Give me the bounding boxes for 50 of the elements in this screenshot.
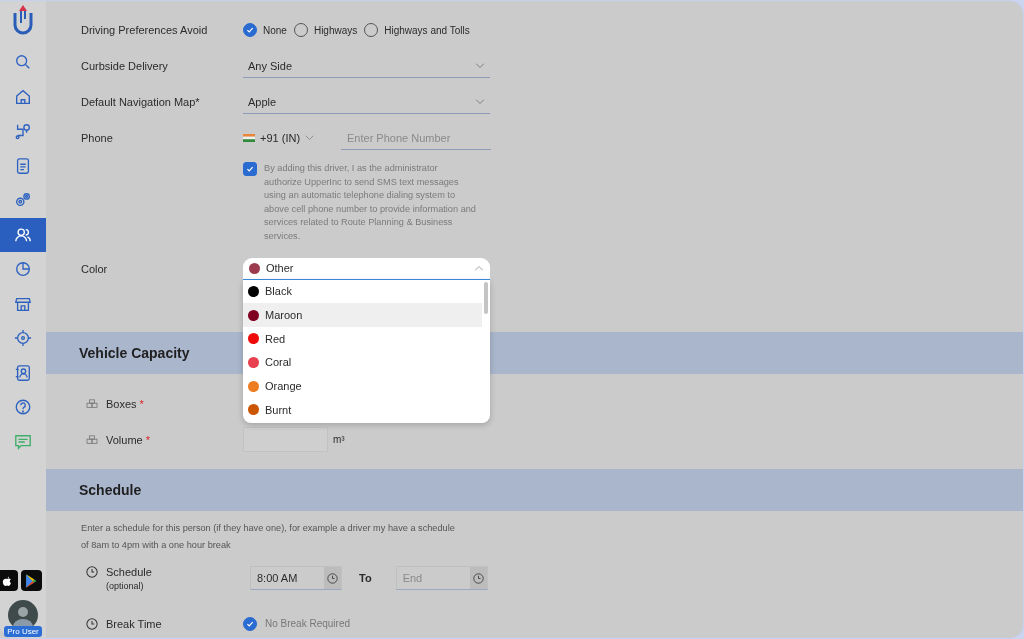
- color-option[interactable]: Orange: [243, 374, 482, 398]
- field-label: Boxes: [106, 397, 137, 410]
- required-mark: *: [145, 433, 150, 446]
- section-header: Schedule: [46, 468, 1023, 511]
- radio-label: Highways: [313, 24, 358, 36]
- radio-label: None: [263, 24, 287, 36]
- play-store-icon[interactable]: [20, 570, 42, 591]
- radio-button[interactable]: [243, 23, 257, 37]
- field-label: Default Navigation Map*: [81, 96, 201, 108]
- field-hint: (optional): [106, 580, 145, 591]
- field-label: Schedule: [106, 565, 152, 578]
- color-option[interactable]: Burnt: [243, 398, 482, 422]
- field-label: Phone: [81, 132, 114, 144]
- to-label: To: [359, 572, 372, 585]
- boxes-icon: [86, 398, 98, 409]
- clock-icon: [86, 617, 98, 630]
- phone-input-field[interactable]: Enter Phone Number: [341, 126, 491, 150]
- field-label: Color: [81, 262, 109, 275]
- color-dropdown[interactable]: Other: [243, 257, 490, 280]
- chevron-down-icon: [305, 135, 315, 141]
- color-option[interactable]: Black: [243, 279, 482, 304]
- field-label: Break Time: [106, 617, 162, 630]
- chevron-down-icon: [475, 62, 485, 69]
- checkbox-label: No Break Required: [265, 618, 351, 630]
- logo-icon: [11, 5, 35, 35]
- unit-label: m³: [333, 434, 345, 446]
- clock-icon: [327, 572, 338, 584]
- chevron-up-icon: [474, 265, 484, 272]
- people-icon[interactable]: [0, 217, 46, 252]
- clock-icon: [472, 572, 484, 584]
- curbside-dropdown[interactable]: Any Side: [243, 54, 490, 78]
- field-label: Curbside Delivery: [81, 60, 169, 72]
- flag-icon: [243, 134, 255, 142]
- boxes-icon: [86, 434, 98, 445]
- schedule-description: Enter a schedule for this person (if they have one), for example a driver my have a schedule of 8am to 4pm with a one hour break: [81, 521, 456, 552]
- navigation-map-dropdown[interactable]: Apple: [243, 90, 490, 114]
- apple-icon[interactable]: [0, 570, 18, 591]
- chevron-down-icon: [475, 98, 485, 105]
- field-label: Driving Preferences Avoid: [81, 24, 209, 36]
- required-mark: *: [139, 397, 144, 410]
- consent-checkbox[interactable]: [243, 162, 257, 176]
- country-code-dropdown[interactable]: +91 (IN): [243, 126, 327, 150]
- user-badge: Pro User: [4, 626, 42, 637]
- clock-icon: [86, 565, 98, 578]
- field-label: Volume: [106, 433, 143, 446]
- color-option[interactable]: Maroon: [243, 303, 482, 327]
- start-time-field[interactable]: 8:00 AM: [250, 566, 342, 591]
- color-option[interactable]: Coral: [243, 350, 482, 375]
- no-break-checkbox[interactable]: [243, 616, 257, 631]
- radio-label: Highways and Tolls: [384, 24, 470, 36]
